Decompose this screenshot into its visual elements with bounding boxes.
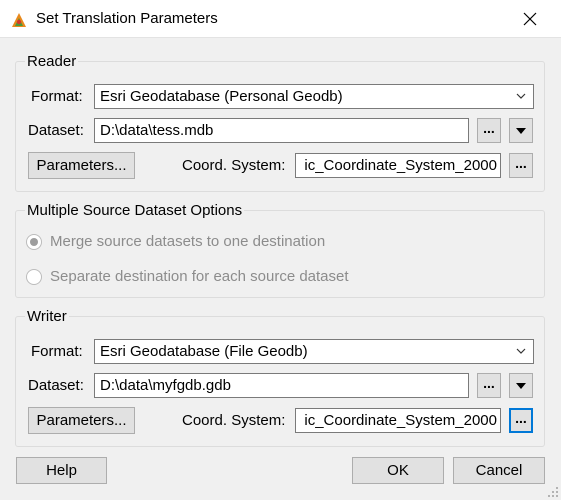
reader-format-label: Format: (31, 88, 83, 105)
window-title: Set Translation Parameters (36, 10, 218, 27)
writer-dataset-label: Dataset: (28, 377, 84, 394)
reader-coord-browse-button[interactable]: ... (509, 153, 533, 178)
writer-coord-input[interactable]: ic_Coordinate_System_2000 (295, 408, 501, 433)
reader-dataset-dropdown-button[interactable] (509, 118, 533, 143)
triangle-down-icon (516, 128, 526, 134)
reader-parameters-button[interactable]: Parameters... (28, 152, 135, 179)
reader-dataset-label: Dataset: (28, 122, 84, 139)
help-button[interactable]: Help (16, 457, 107, 484)
cancel-button[interactable]: Cancel (453, 457, 545, 484)
reader-format-value: Esri Geodatabase (Personal Geodb) (100, 88, 343, 105)
reader-format-select[interactable]: Esri Geodatabase (Personal Geodb) (94, 84, 534, 109)
radio-selected-dot (30, 238, 38, 246)
multi-source-group-label: Multiple Source Dataset Options (25, 202, 245, 219)
writer-format-label: Format: (31, 343, 83, 360)
resize-grip-icon[interactable] (547, 486, 559, 498)
writer-dataset-input[interactable]: D:\data\myfgdb.gdb (94, 373, 469, 398)
reader-coord-label: Coord. System: (182, 157, 286, 174)
writer-coord-label: Coord. System: (182, 412, 286, 429)
close-icon (523, 12, 537, 26)
app-icon (12, 13, 26, 27)
chevron-down-icon (516, 93, 526, 99)
chevron-down-icon (516, 348, 526, 354)
ok-button[interactable]: OK (352, 457, 444, 484)
writer-format-select[interactable]: Esri Geodatabase (File Geodb) (94, 339, 534, 364)
writer-dataset-browse-button[interactable]: ... (477, 373, 501, 398)
writer-dataset-dropdown-button[interactable] (509, 373, 533, 398)
writer-parameters-button[interactable]: Parameters... (28, 407, 135, 434)
merge-radio[interactable] (26, 234, 42, 250)
writer-dataset-value: D:\data\myfgdb.gdb (100, 377, 231, 394)
writer-coord-value: ic_Coordinate_System_2000 (304, 412, 497, 429)
writer-coord-browse-button[interactable]: ... (509, 408, 533, 433)
reader-coord-input[interactable]: ic_Coordinate_System_2000 (295, 153, 501, 178)
reader-coord-value: ic_Coordinate_System_2000 (304, 157, 497, 174)
reader-dataset-browse-button[interactable]: ... (477, 118, 501, 143)
reader-dataset-input[interactable]: D:\data\tess.mdb (94, 118, 469, 143)
writer-format-value: Esri Geodatabase (File Geodb) (100, 343, 308, 360)
separate-radio-label: Separate destination for each source dat… (50, 268, 349, 285)
triangle-down-icon (516, 383, 526, 389)
reader-dataset-value: D:\data\tess.mdb (100, 122, 214, 139)
separate-radio[interactable] (26, 269, 42, 285)
merge-radio-label: Merge source datasets to one destination (50, 233, 326, 250)
close-button[interactable] (507, 4, 553, 34)
reader-group-label: Reader (25, 53, 79, 70)
writer-group-label: Writer (25, 308, 69, 325)
title-bar[interactable]: Set Translation Parameters (0, 0, 561, 38)
